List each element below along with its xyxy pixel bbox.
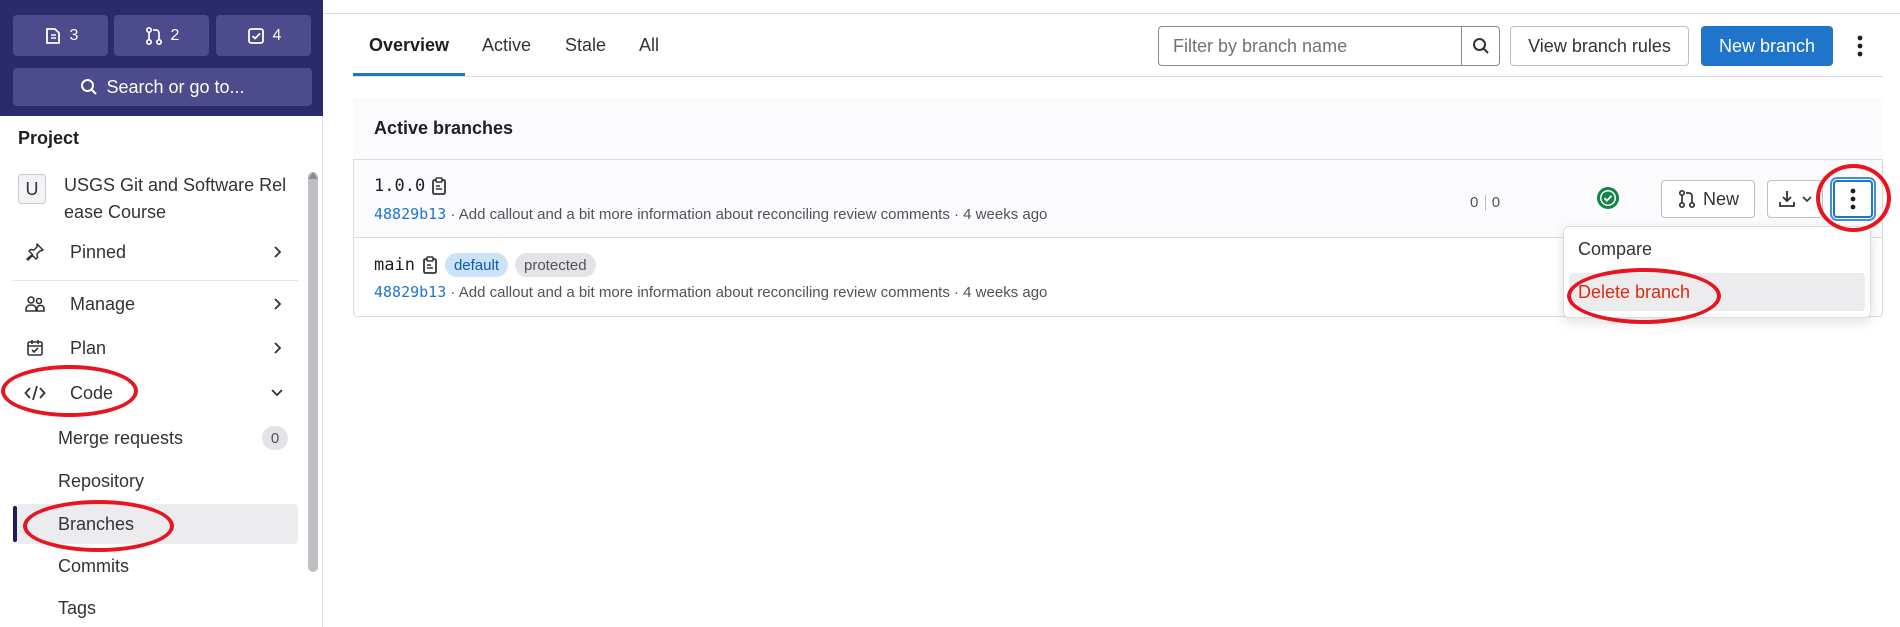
active-item-marker	[13, 506, 17, 542]
filter-branch-input[interactable]	[1158, 26, 1461, 66]
sidebar-item-commits[interactable]: Commits	[13, 547, 298, 585]
commit-info: 48829b13 · Add callout and a bit more in…	[374, 205, 1047, 223]
commit-info: 48829b13 · Add callout and a bit more in…	[374, 283, 1047, 301]
merge-requests-count: 2	[170, 26, 180, 44]
behind-count: 0	[1470, 194, 1479, 211]
sidebar-item-tags[interactable]: Tags	[13, 589, 298, 627]
sidebar-item-repository[interactable]: Repository	[13, 462, 298, 500]
chevron-down-icon	[1801, 194, 1813, 204]
todos-count: 4	[272, 26, 282, 44]
sidebar-item-pinned[interactable]: Pinned	[13, 233, 298, 271]
download-button[interactable]	[1767, 180, 1823, 218]
pin-icon	[23, 242, 47, 262]
download-icon	[1777, 189, 1797, 209]
sidebar-project-link[interactable]: U USGS Git and Software Rel ease Course	[13, 172, 298, 226]
more-actions-button[interactable]	[1848, 30, 1872, 62]
copy-icon[interactable]	[422, 255, 438, 275]
merge-request-icon	[144, 26, 164, 46]
search-icon	[80, 78, 98, 96]
new-branch-button[interactable]: New branch	[1701, 26, 1833, 66]
sidebar-item-label: Merge requests	[58, 427, 184, 448]
merge-request-icon	[1677, 189, 1697, 209]
sidebar-item-manage[interactable]: Manage	[13, 285, 298, 323]
sidebar-item-label: Commits	[58, 555, 129, 576]
todo-icon	[246, 26, 266, 46]
chevron-down-icon	[270, 387, 284, 399]
project-name-line1: USGS Git and Software Rel	[64, 175, 287, 195]
tab-overview[interactable]: Overview	[369, 35, 449, 56]
card-title: Active branches	[374, 118, 514, 138]
sidebar-item-label: Pinned	[70, 241, 127, 262]
search-icon	[1472, 37, 1490, 55]
issues-count: 3	[69, 26, 79, 44]
sidebar-section-heading: Project	[18, 128, 80, 148]
sidebar-item-merge-requests[interactable]: Merge requests 0	[13, 419, 298, 457]
issues-count-button[interactable]: 3	[13, 15, 108, 56]
commit-message: · Add callout and a bit more information…	[450, 206, 1048, 223]
tab-all[interactable]: All	[639, 35, 659, 56]
kebab-icon	[1850, 188, 1856, 210]
copy-icon[interactable]	[431, 176, 447, 196]
users-icon	[23, 294, 47, 314]
kebab-icon	[1857, 35, 1863, 57]
filter-search-button[interactable]	[1461, 26, 1500, 66]
tab-stale[interactable]: Stale	[565, 35, 606, 56]
branch-more-actions-button[interactable]	[1833, 180, 1873, 218]
delete-branch-menu-item[interactable]: Delete branch	[1569, 273, 1865, 311]
scroll-up-arrow-icon[interactable]	[306, 170, 320, 180]
commit-sha-link[interactable]: 48829b13	[374, 283, 446, 301]
issues-icon	[43, 26, 63, 46]
todos-count-button[interactable]: 4	[216, 15, 311, 56]
divergence-graph: 0 0	[1470, 194, 1501, 212]
calendar-icon	[23, 338, 47, 358]
chevron-right-icon	[272, 245, 284, 259]
commit-message: · Add callout and a bit more information…	[450, 284, 1048, 301]
sidebar-divider	[13, 280, 298, 281]
card-header	[353, 98, 1883, 160]
protected-badge: protected	[515, 253, 596, 277]
compare-menu-item[interactable]: Compare	[1569, 230, 1865, 268]
sidebar-item-label: Plan	[70, 337, 107, 358]
search-label: Search or go to...	[106, 76, 245, 97]
sidebar-scrollbar[interactable]	[308, 172, 318, 572]
chevron-right-icon	[272, 297, 284, 311]
tab-active[interactable]: Active	[482, 35, 531, 56]
top-divider	[323, 13, 1900, 14]
sidebar-item-plan[interactable]: Plan	[13, 329, 298, 367]
default-badge: default	[444, 253, 508, 277]
sidebar-item-branches[interactable]: Branches	[13, 504, 298, 544]
branch-name[interactable]: 1.0.0	[374, 176, 425, 196]
search-or-go-to-button[interactable]: Search or go to...	[13, 68, 312, 106]
project-name-line2: ease Course	[64, 202, 167, 222]
code-icon	[23, 384, 47, 402]
sidebar-item-label: Manage	[70, 293, 136, 314]
sidebar-item-code[interactable]: Code	[13, 374, 298, 412]
branch-name-group: main default protected	[374, 253, 596, 277]
new-merge-request-label: New	[1702, 188, 1739, 209]
commit-sha-link[interactable]: 48829b13	[374, 205, 446, 223]
view-branch-rules-button[interactable]: View branch rules	[1510, 26, 1689, 66]
project-avatar: U	[18, 174, 46, 204]
ahead-count: 0	[1491, 194, 1501, 211]
new-merge-request-button[interactable]: New	[1661, 180, 1755, 218]
sidebar-item-label: Code	[70, 382, 114, 403]
merge-requests-count-badge: 0	[262, 426, 288, 450]
branch-name[interactable]: main	[374, 255, 415, 275]
pipeline-passed-icon[interactable]	[1596, 186, 1620, 210]
sidebar-item-label: Tags	[58, 597, 97, 618]
tabs-divider	[353, 76, 1883, 77]
sidebar-item-label: Branches	[58, 513, 135, 534]
merge-requests-count-button[interactable]: 2	[114, 15, 209, 56]
sidebar-item-label: Repository	[58, 470, 145, 491]
chevron-right-icon	[272, 341, 284, 355]
branch-name-group: 1.0.0	[374, 176, 447, 196]
